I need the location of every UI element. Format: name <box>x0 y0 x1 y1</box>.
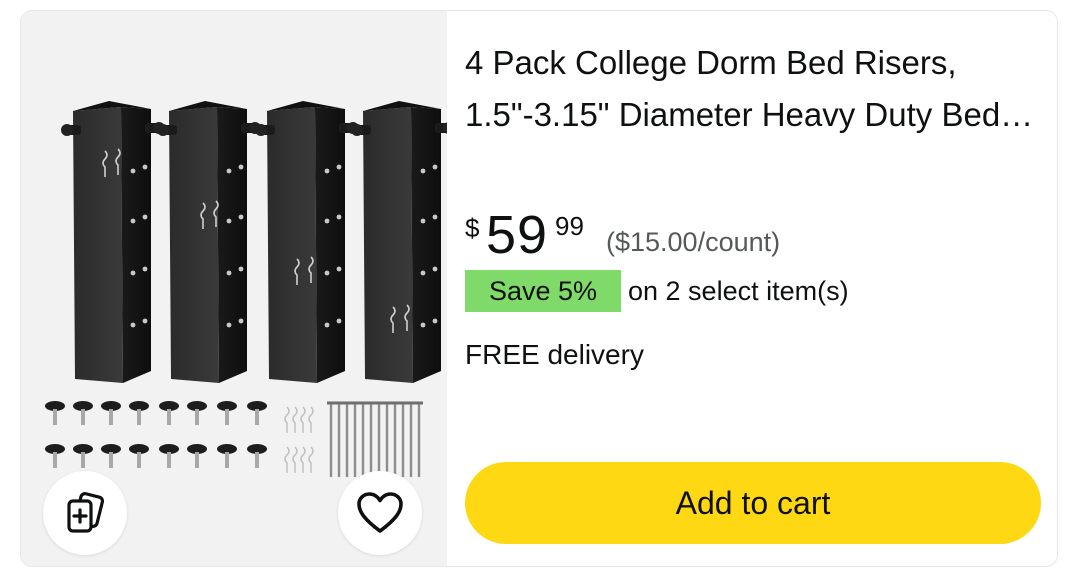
knob-row-1 <box>45 401 267 425</box>
heart-icon <box>357 492 403 533</box>
price-currency-symbol: $ <box>465 213 480 243</box>
product-image-pane[interactable] <box>21 11 447 566</box>
price-fraction: 99 <box>555 211 584 241</box>
wishlist-button[interactable] <box>338 471 422 555</box>
compare-button[interactable] <box>43 471 127 555</box>
delivery-info: FREE delivery <box>465 339 644 370</box>
product-title[interactable]: 4 Pack College Dorm Bed Risers, 1.5"-3.1… <box>465 37 1045 141</box>
add-to-cart-button[interactable]: Add to cart <box>465 462 1041 544</box>
promo-text[interactable]: on 2 select item(s) <box>628 276 849 307</box>
unit-price: ($15.00/count) <box>606 227 781 257</box>
price-whole: 59 <box>486 205 549 265</box>
save-badge: Save 5% <box>465 270 621 312</box>
product-info: 4 Pack College Dorm Bed Risers, 1.5"-3.1… <box>465 11 1057 566</box>
knob-row-2 <box>45 444 267 468</box>
compare-add-icon <box>67 492 105 533</box>
product-card[interactable]: 4 Pack College Dorm Bed Risers, 1.5"-3.1… <box>20 10 1058 567</box>
